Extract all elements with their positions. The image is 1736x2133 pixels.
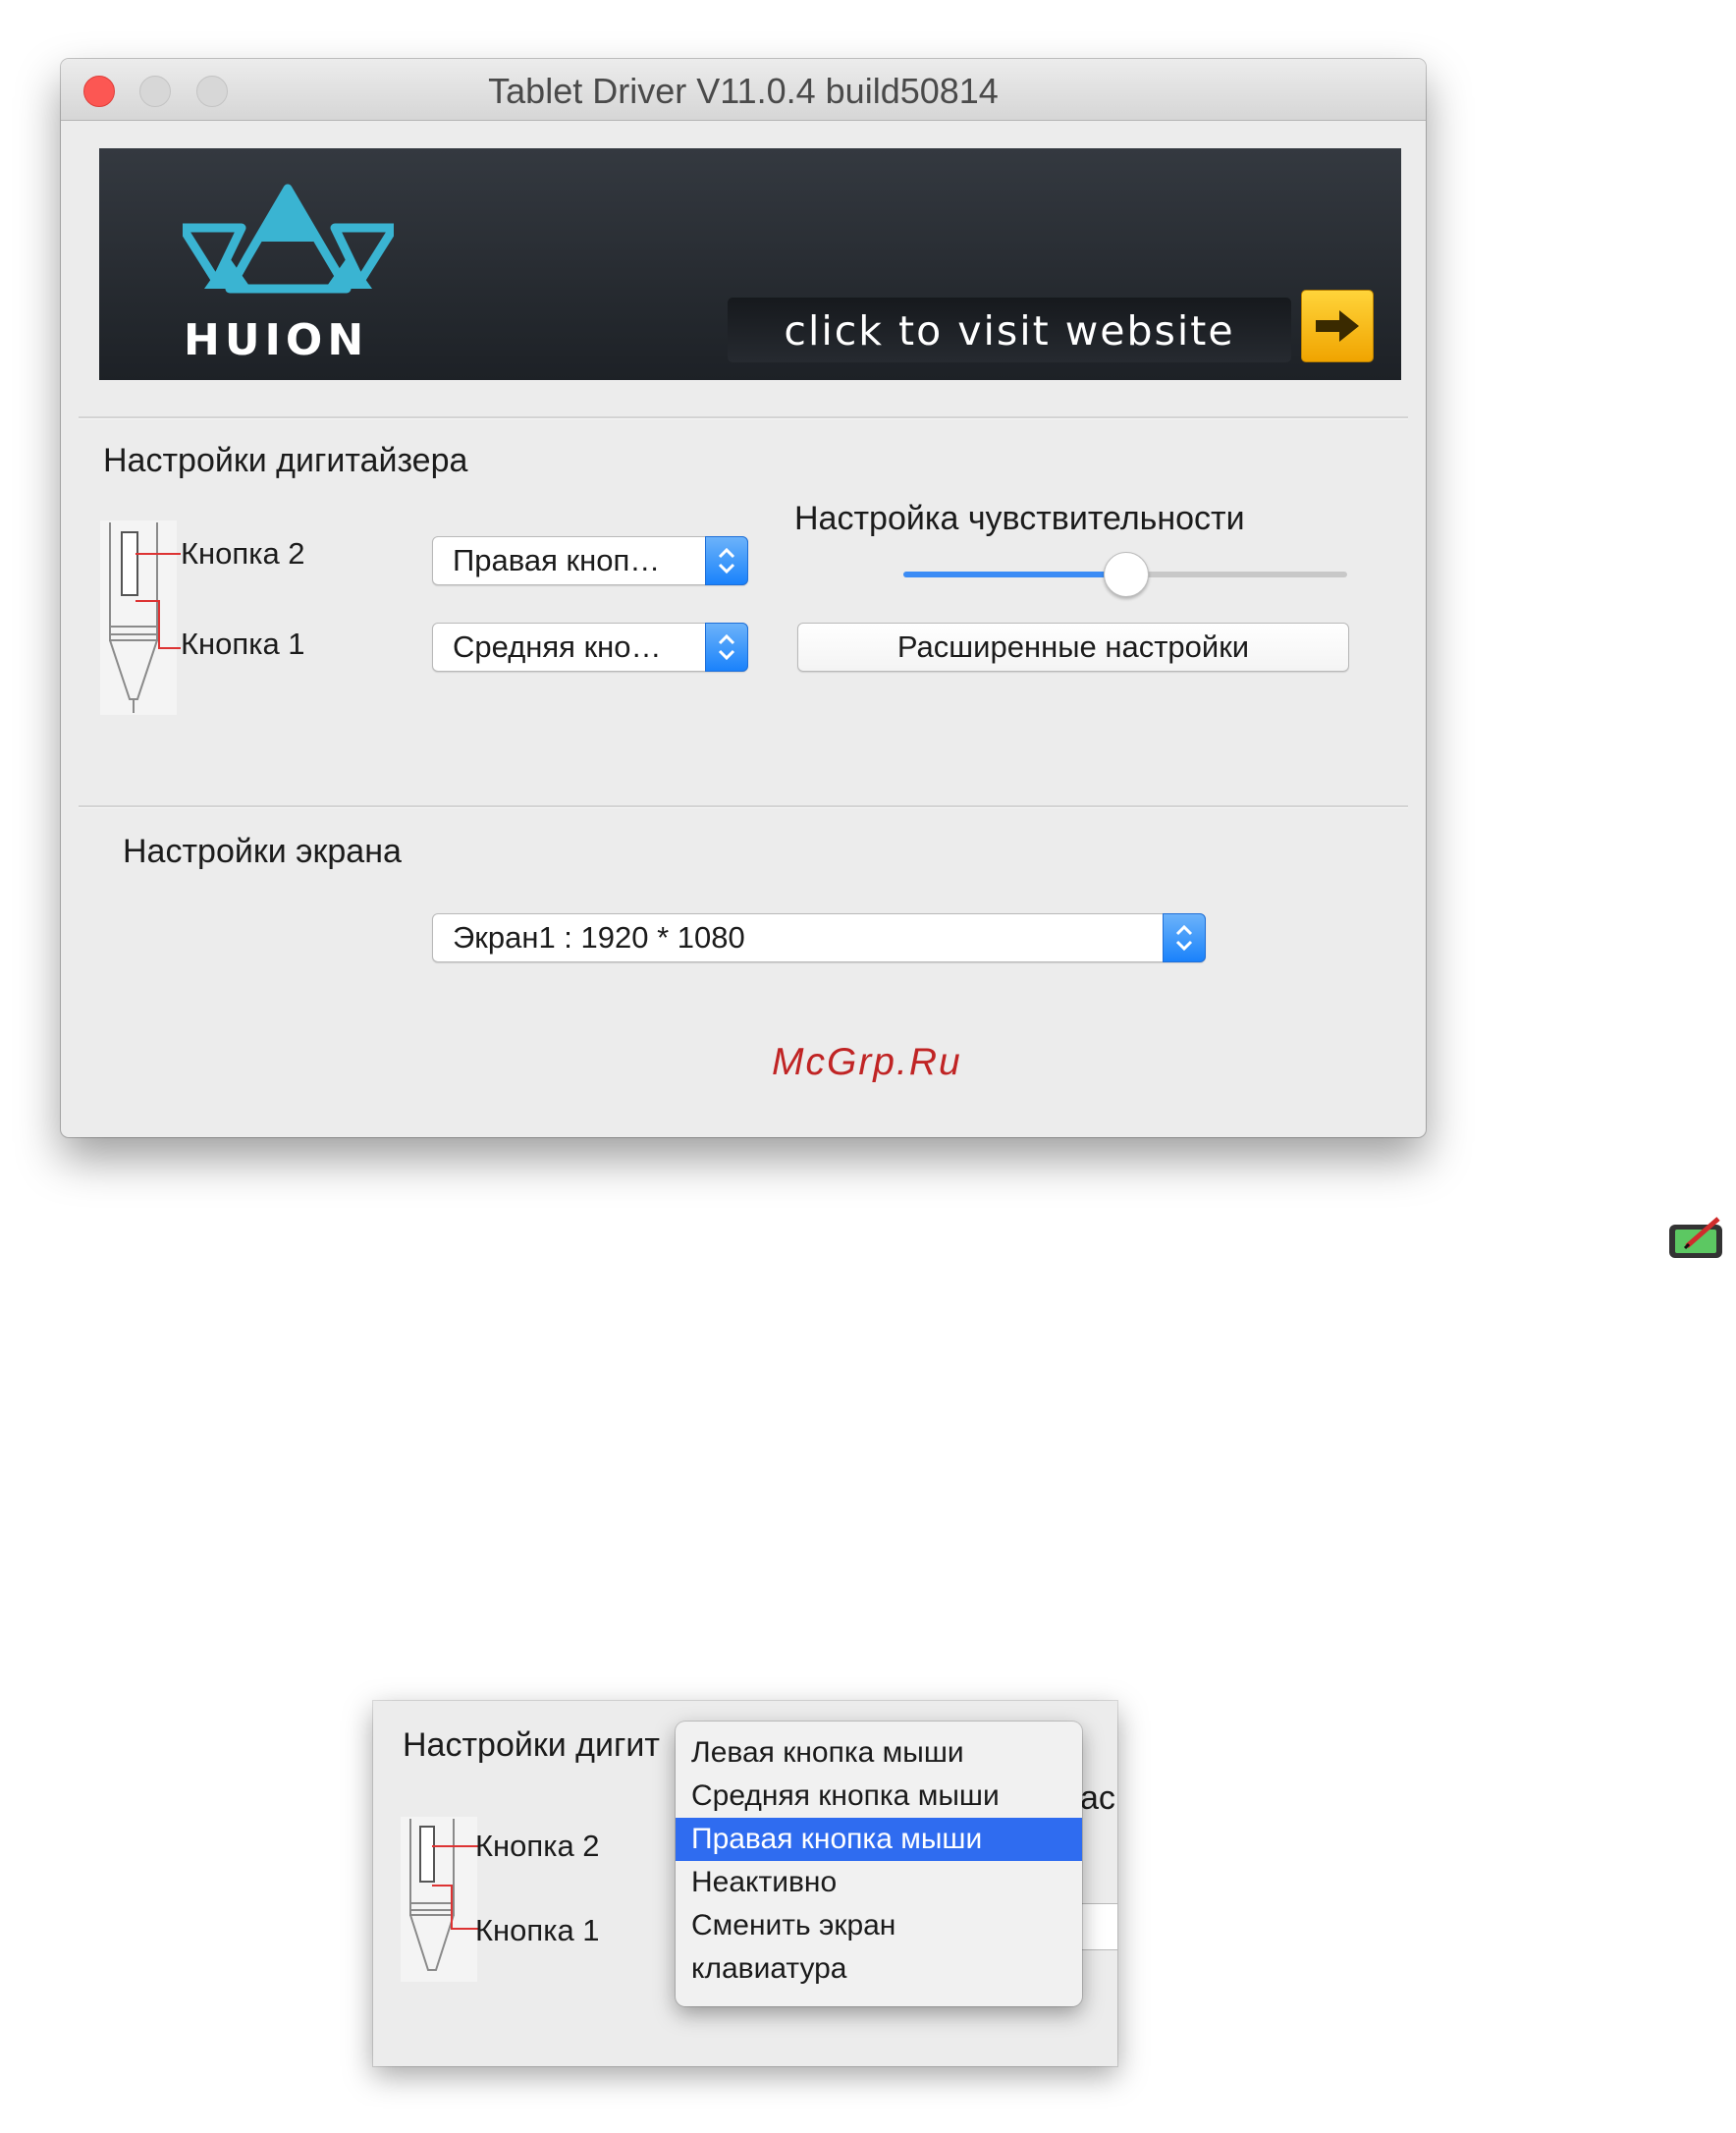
button2-label: Кнопка 2: [181, 536, 305, 571]
digitizer-heading: Настройки дигитайзера: [103, 442, 468, 479]
menu-item-left-click[interactable]: Левая кнопка мыши: [676, 1731, 1082, 1775]
title-bar[interactable]: Tablet Driver V11.0.4 build50814: [61, 59, 1426, 121]
button-callout-lines: [432, 1845, 479, 1930]
advanced-settings-button[interactable]: Расширенные настройки: [797, 623, 1349, 672]
visit-website-label: click to visit website: [784, 307, 1235, 355]
chevron-updown-icon: [1175, 924, 1193, 952]
button-callout-lines: [136, 553, 181, 649]
right-arrow-icon: [1316, 310, 1359, 342]
button1-popup[interactable]: Средняя кно…: [432, 623, 748, 672]
chevron-updown-icon: [718, 633, 735, 661]
digitizer-heading-partial: Настройки дигит: [403, 1726, 660, 1764]
sensitivity-slider[interactable]: [903, 552, 1347, 597]
menu-item-keyboard[interactable]: клавиатура: [676, 1947, 1082, 1991]
chevron-updown-icon: [718, 547, 735, 574]
menu-item-switch-screen[interactable]: Сменить экран: [676, 1904, 1082, 1947]
menu-item-right-click[interactable]: Правая кнопка мыши: [676, 1818, 1082, 1861]
button2-popup[interactable]: Правая кноп…: [432, 536, 748, 585]
window-title: Tablet Driver V11.0.4 build50814: [488, 71, 999, 111]
menu-item-disabled[interactable]: Неактивно: [676, 1861, 1082, 1904]
huion-crown-logo-icon: [183, 184, 394, 294]
sensitivity-heading: Настройка чувствительности: [794, 500, 1245, 537]
tablet-driver-window: Tablet Driver V11.0.4 build50814 HUION c…: [61, 59, 1426, 1137]
sensitivity-fill: [903, 572, 1125, 577]
sensitivity-knob[interactable]: [1104, 552, 1149, 597]
popup-stepper[interactable]: [1163, 913, 1206, 962]
menu-item-middle-click[interactable]: Средняя кнопка мыши: [676, 1775, 1082, 1818]
popup-stepper[interactable]: [705, 536, 748, 585]
button1-label: Кнопка 1: [475, 1913, 600, 1947]
separator: [79, 416, 1408, 419]
huion-banner: HUION click to visit website: [99, 148, 1401, 380]
button2-value: Правая кноп…: [453, 543, 661, 577]
tablet-tray-icon[interactable]: [1667, 1215, 1728, 1262]
visit-arrow-button[interactable]: [1301, 290, 1374, 362]
huion-wordmark: HUION: [184, 315, 369, 365]
watermark: McGrp.Ru: [772, 1041, 962, 1083]
sensitivity-heading-partial: ас: [1080, 1779, 1115, 1817]
popup-stepper[interactable]: [705, 623, 748, 672]
visit-website-button[interactable]: click to visit website: [728, 298, 1291, 362]
button1-label: Кнопка 1: [181, 627, 305, 661]
screen-heading: Настройки экрана: [123, 833, 402, 870]
screen-value: Экран1 : 1920 * 1080: [453, 920, 745, 955]
screen-popup[interactable]: Экран1 : 1920 * 1080: [432, 913, 1206, 962]
button2-label: Кнопка 2: [475, 1829, 600, 1863]
separator: [79, 805, 1408, 808]
button-action-menu: Левая кнопка мыши Средняя кнопка мыши Пр…: [676, 1722, 1082, 2006]
button1-value: Средняя кно…: [453, 629, 662, 664]
